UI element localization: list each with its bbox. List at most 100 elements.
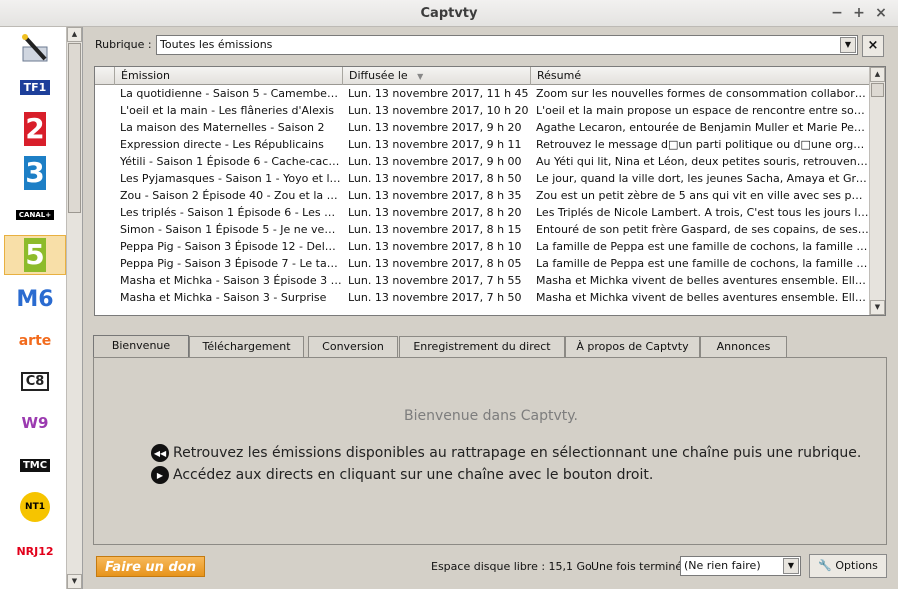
channel-france5[interactable]: 5 bbox=[4, 235, 66, 275]
welcome-line-1: ◀◀ Retrouvez les émissions disponibles a… bbox=[151, 444, 861, 462]
canalplus-logo-icon: CANAL+ bbox=[15, 210, 55, 220]
table-row[interactable]: Masha et Michka - Saison 3 - Surprise Lun… bbox=[95, 289, 871, 306]
cell-diffusee: Lun. 13 novembre 2017, 10 h 20 bbox=[348, 104, 529, 117]
cell-resume: Retrouvez le message d□un parti politiqu… bbox=[536, 138, 869, 151]
tmc-logo-icon: TMC bbox=[19, 458, 51, 472]
cell-resume: Les Triplés de Nicole Lambert. A trois, … bbox=[536, 206, 869, 219]
channel-m6[interactable]: M6 bbox=[4, 279, 66, 319]
channel-canalplus[interactable]: CANAL+ bbox=[4, 195, 66, 235]
table-row[interactable]: Peppa Pig - Saison 3 Épisode 12 - Delphi… bbox=[95, 238, 871, 255]
header-emission[interactable]: Émission bbox=[115, 67, 343, 85]
cell-resume: Agathe Lecaron, entourée de Benjamin Mul… bbox=[536, 121, 869, 134]
channel-nrj12[interactable]: NRJ12 bbox=[4, 531, 66, 571]
m6-logo-icon: M6 bbox=[16, 286, 54, 312]
cell-emission: La maison des Maternelles - Saison 2 bbox=[120, 121, 325, 134]
welcome-line-2-text: Accédez aux directs en cliquant sur une … bbox=[173, 467, 654, 483]
channel-c8[interactable]: C8 bbox=[4, 361, 66, 401]
header-check-column[interactable] bbox=[95, 67, 115, 85]
table-row[interactable]: Masha et Michka - Saison 3 Épisode 3 - H… bbox=[95, 272, 871, 289]
cell-resume: Au Yéti qui lit, Nina et Léon, deux peti… bbox=[536, 155, 869, 168]
options-button[interactable]: 🔧 Options bbox=[809, 554, 887, 578]
cell-emission: Zou - Saison 2 Épisode 40 - Zou et la pâ… bbox=[120, 189, 342, 202]
chevron-down-icon[interactable]: ▼ bbox=[840, 37, 856, 53]
scroll-down-icon[interactable]: ▼ bbox=[67, 574, 82, 589]
table-row[interactable]: Yétili - Saison 1 Épisode 6 - Cache-cach… bbox=[95, 153, 871, 170]
when-done-select[interactable]: (Ne rien faire) ▼ bbox=[680, 556, 801, 576]
cell-emission: Yétili - Saison 1 Épisode 6 - Cache-cach… bbox=[120, 155, 342, 168]
cell-diffusee: Lun. 13 novembre 2017, 8 h 15 bbox=[348, 223, 522, 236]
when-done-value: (Ne rien faire) bbox=[684, 559, 761, 572]
channel-france3[interactable]: 3 bbox=[4, 153, 66, 193]
scroll-thumb[interactable] bbox=[68, 43, 81, 213]
channel-france2[interactable]: 2 bbox=[4, 109, 66, 149]
rewind-icon: ◀◀ bbox=[151, 444, 169, 462]
table-row[interactable]: Simon - Saison 1 Épisode 5 - Je ne veux … bbox=[95, 221, 871, 238]
channel-list: TF1 2 3 CANAL+ 5 M6 arte C8 W9 TMC NT1 N… bbox=[0, 27, 67, 589]
rubrique-clear-button[interactable]: × bbox=[862, 35, 884, 57]
cell-emission: Peppa Pig - Saison 3 Épisode 12 - Delphi… bbox=[120, 240, 342, 253]
scroll-up-icon[interactable]: ▲ bbox=[870, 67, 885, 82]
tab-enregistrement[interactable]: Enregistrement du direct bbox=[399, 336, 565, 357]
cell-resume: Masha et Michka vivent de belles aventur… bbox=[536, 291, 869, 304]
channel-tmc[interactable]: TMC bbox=[4, 445, 66, 485]
scroll-down-icon[interactable]: ▼ bbox=[870, 300, 885, 315]
channel-arte[interactable]: arte bbox=[4, 321, 66, 361]
tab-telechargement[interactable]: Téléchargement bbox=[189, 336, 304, 357]
table-row[interactable]: L'oeil et la main - Les flâneries d'Alex… bbox=[95, 102, 871, 119]
welcome-panel: Bienvenue dans Captvty. ◀◀ Retrouvez les… bbox=[93, 357, 887, 545]
table-row[interactable]: Les triplés - Saison 1 Épisode 6 - Les d… bbox=[95, 204, 871, 221]
tab-bienvenue[interactable]: Bienvenue bbox=[93, 335, 189, 358]
cell-emission: Peppa Pig - Saison 3 Épisode 7 - Le tas … bbox=[120, 257, 342, 270]
cell-diffusee: Lun. 13 novembre 2017, 7 h 50 bbox=[348, 291, 522, 304]
channel-tf1[interactable]: TF1 bbox=[4, 67, 66, 107]
chevron-down-icon[interactable]: ▼ bbox=[783, 558, 799, 574]
scroll-thumb[interactable] bbox=[871, 83, 884, 97]
cell-emission: L'oeil et la main - Les flâneries d'Alex… bbox=[120, 104, 334, 117]
cell-diffusee: Lun. 13 novembre 2017, 8 h 10 bbox=[348, 240, 522, 253]
tab-apropos[interactable]: À propos de Captvty bbox=[565, 336, 700, 357]
channel-sidebar: TF1 2 3 CANAL+ 5 M6 arte C8 W9 TMC NT1 N… bbox=[0, 27, 83, 589]
close-button[interactable]: × bbox=[872, 3, 890, 23]
header-diffusee[interactable]: Diffusée le ▼ bbox=[343, 67, 531, 85]
cell-diffusee: Lun. 13 novembre 2017, 7 h 55 bbox=[348, 274, 522, 287]
cell-resume: Zou est un petit zèbre de 5 ans qui vit … bbox=[536, 189, 869, 202]
cell-resume: La famille de Peppa est une famille de c… bbox=[536, 257, 869, 270]
table-scrollbar[interactable]: ▲ ▼ bbox=[869, 67, 885, 315]
welcome-line-2: ▶ Accédez aux directs en cliquant sur un… bbox=[151, 466, 653, 484]
channel-nt1[interactable]: NT1 bbox=[4, 487, 66, 527]
table-body: La quotidienne - Saison 5 - Camemberts i… bbox=[95, 85, 871, 306]
table-scroll-track[interactable]: ▲ ▼ bbox=[870, 67, 885, 315]
title-bar: Captvty − + × bbox=[0, 0, 898, 27]
table-row[interactable]: Zou - Saison 2 Épisode 40 - Zou et la pâ… bbox=[95, 187, 871, 204]
sidebar-scrollbar[interactable]: ▲ ▼ bbox=[66, 27, 82, 589]
w9-logo-icon: W9 bbox=[21, 414, 49, 432]
table-row[interactable]: Peppa Pig - Saison 3 Épisode 7 - Le tas … bbox=[95, 255, 871, 272]
cell-diffusee: Lun. 13 novembre 2017, 8 h 35 bbox=[348, 189, 522, 202]
table-row[interactable]: La quotidienne - Saison 5 - Camemberts i… bbox=[95, 85, 871, 102]
table-row[interactable]: Les Pyjamasques - Saison 1 - Yoyo et le … bbox=[95, 170, 871, 187]
table-header: Émission Diffusée le ▼ Résumé bbox=[95, 67, 871, 85]
cell-resume: Masha et Michka vivent de belles aventur… bbox=[536, 274, 869, 287]
table-row[interactable]: Expression directe - Les Républicains Lun… bbox=[95, 136, 871, 153]
tab-conversion[interactable]: Conversion bbox=[308, 336, 398, 357]
magic-wand-icon[interactable] bbox=[4, 29, 66, 69]
tab-annonces[interactable]: Annonces bbox=[700, 336, 787, 357]
donate-button[interactable]: Faire un don bbox=[96, 556, 205, 577]
france5-logo-icon: 5 bbox=[24, 238, 46, 272]
scroll-up-icon[interactable]: ▲ bbox=[67, 27, 82, 42]
rubrique-value: Toutes les émissions bbox=[160, 38, 273, 51]
minimize-button[interactable]: − bbox=[828, 3, 846, 23]
cell-emission: Expression directe - Les Républicains bbox=[120, 138, 324, 151]
header-resume[interactable]: Résumé bbox=[531, 67, 871, 85]
channel-w9[interactable]: W9 bbox=[4, 403, 66, 443]
window-controls: − + × bbox=[828, 3, 890, 23]
maximize-button[interactable]: + bbox=[850, 3, 868, 23]
rubrique-select[interactable]: Toutes les émissions ▼ bbox=[156, 35, 858, 55]
sort-arrow-icon: ▼ bbox=[417, 72, 424, 81]
cell-diffusee: Lun. 13 novembre 2017, 9 h 11 bbox=[348, 138, 522, 151]
header-diffusee-label: Diffusée le bbox=[349, 69, 408, 82]
main-area: Rubrique : Toutes les émissions ▼ × Émis… bbox=[84, 27, 898, 589]
welcome-title: Bienvenue dans Captvty. bbox=[403, 408, 578, 424]
programs-table: Émission Diffusée le ▼ Résumé La quotidi… bbox=[94, 66, 886, 316]
table-row[interactable]: La maison des Maternelles - Saison 2 Lun.… bbox=[95, 119, 871, 136]
